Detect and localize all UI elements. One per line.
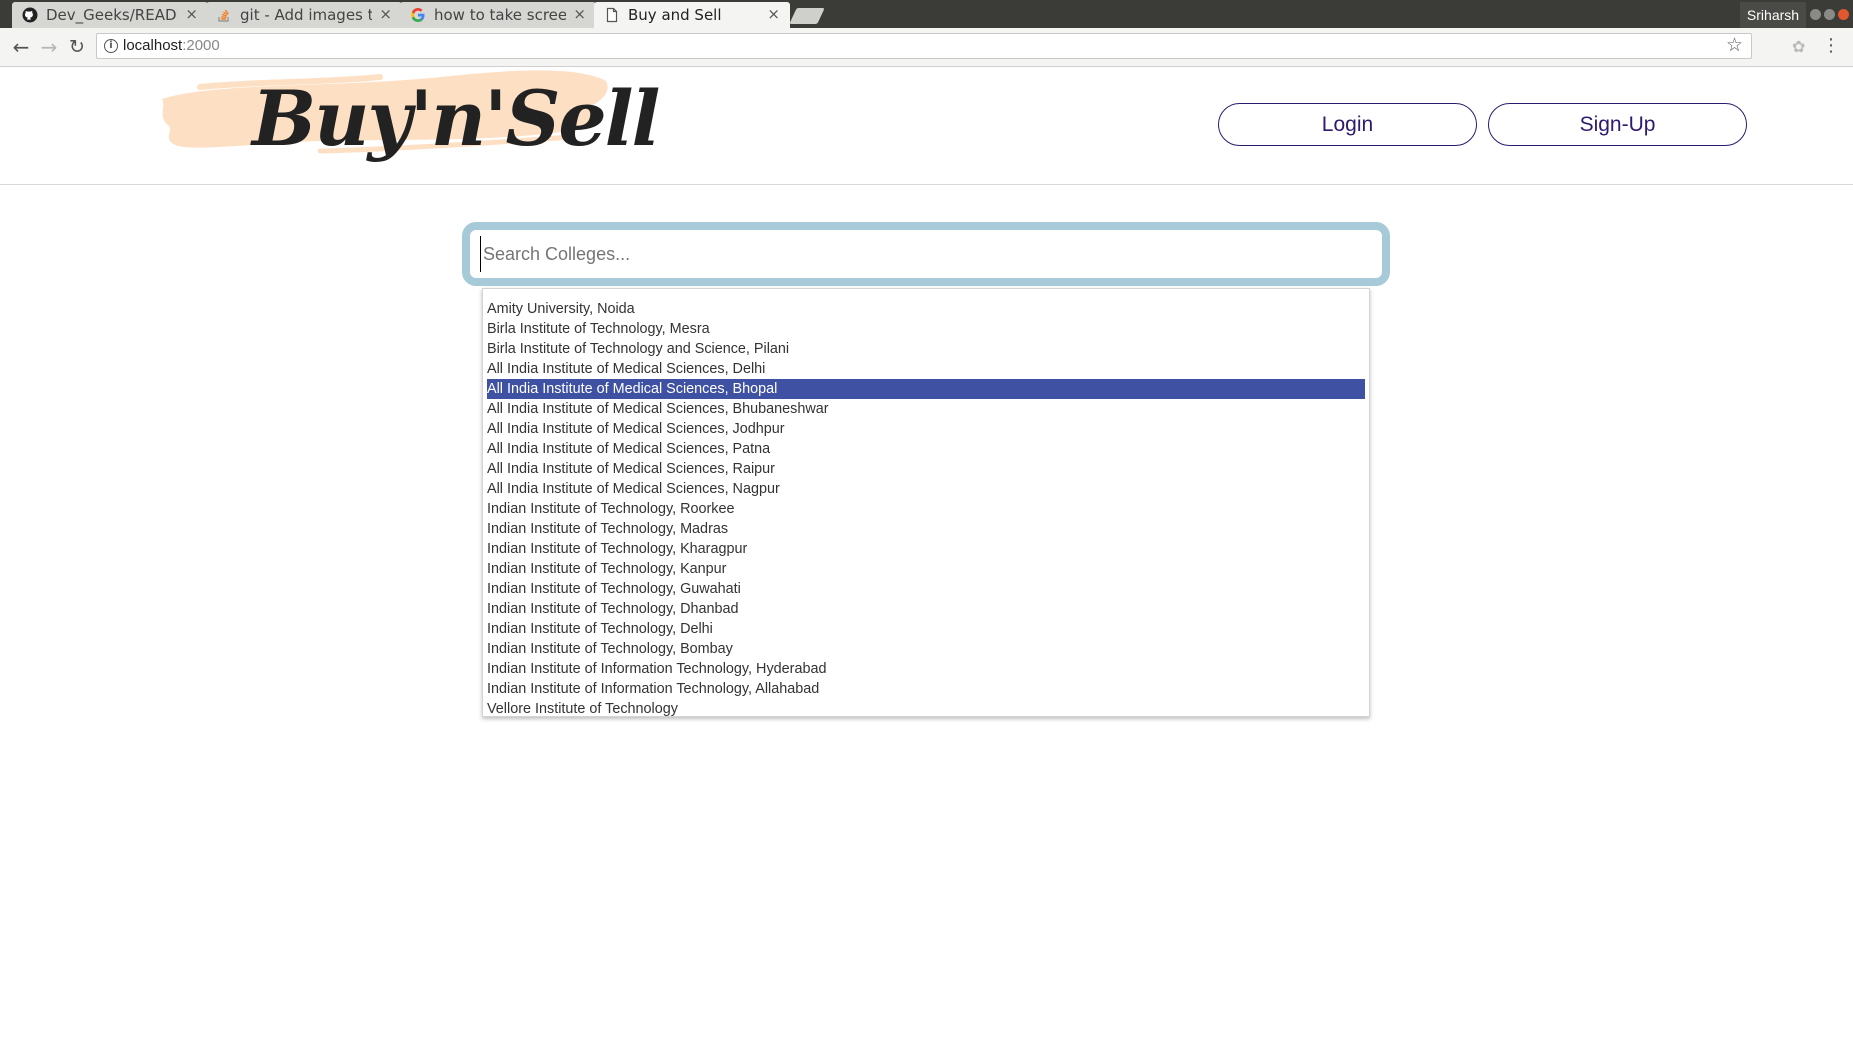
suggestion-item[interactable]: All India Institute of Medical Sciences,…: [487, 459, 1365, 479]
tab-strip: Dev_Geeks/READM × git - Add images to R …: [0, 0, 1853, 28]
logo-text: Buy'n'Sell: [252, 74, 660, 163]
suggestion-item[interactable]: Vellore Institute of Technology: [487, 699, 1365, 719]
suggestion-item[interactable]: All India Institute of Medical Sciences,…: [487, 359, 1365, 379]
reload-icon[interactable]: ↻: [63, 33, 91, 61]
close-window-icon[interactable]: [1838, 9, 1849, 20]
google-icon: [411, 8, 425, 22]
kebab-menu-icon[interactable]: ⋮: [1822, 35, 1840, 56]
minimize-icon[interactable]: [1810, 9, 1821, 20]
tab-dev-geeks[interactable]: Dev_Geeks/READM ×: [12, 2, 208, 28]
browser-toolbar: ← → ↻ i localhost:2000 ☆ ✿ ⋮: [0, 28, 1853, 67]
suggestion-item[interactable]: Indian Institute of Technology, Delhi: [487, 619, 1365, 639]
suggestion-item[interactable]: Indian Institute of Technology, Roorkee: [487, 499, 1365, 519]
suggestion-item[interactable]: Amity University, Noida: [487, 299, 1365, 319]
tab-git-add-images[interactable]: git - Add images to R ×: [206, 2, 402, 28]
suggestion-item[interactable]: Indian Institute of Technology, Bombay: [487, 639, 1365, 659]
tab-title: Buy and Sell: [628, 6, 722, 24]
address-bar[interactable]: i localhost:2000 ☆: [96, 33, 1752, 59]
suggestion-item[interactable]: Indian Institute of Technology, Madras: [487, 519, 1365, 539]
suggestion-item[interactable]: Indian Institute of Technology, Kharagpu…: [487, 539, 1365, 559]
maximize-icon[interactable]: [1824, 9, 1835, 20]
site-header: Buy'n'Sell Login Sign-Up: [0, 67, 1853, 185]
close-tab-icon[interactable]: ×: [379, 5, 392, 23]
new-tab-button[interactable]: [789, 8, 825, 24]
tab-google-search[interactable]: how to take screens ×: [400, 2, 596, 28]
forward-arrow-icon[interactable]: →: [35, 33, 63, 61]
suggestion-item[interactable]: All India Institute of Medical Sciences,…: [487, 479, 1365, 499]
github-icon: [22, 7, 38, 23]
url-text: localhost:2000: [123, 37, 220, 54]
suggestion-item[interactable]: Birla Institute of Technology and Scienc…: [487, 339, 1365, 359]
suggestion-item[interactable]: All India Institute of Medical Sciences,…: [487, 439, 1365, 459]
info-icon[interactable]: i: [104, 39, 118, 53]
signup-button[interactable]: Sign-Up: [1488, 103, 1747, 146]
suggestion-item[interactable]: Indian Institute of Technology, Kanpur: [487, 559, 1365, 579]
stackoverflow-icon: [218, 9, 229, 22]
tab-title: how to take screens: [434, 6, 566, 24]
bookmark-star-icon[interactable]: ☆: [1726, 34, 1743, 56]
tab-title: git - Add images to R: [240, 6, 372, 24]
suggestion-item[interactable]: Indian Institute of Technology, Dhanbad: [487, 599, 1365, 619]
url-host: localhost: [123, 37, 183, 54]
search-colleges-input[interactable]: [480, 236, 1373, 272]
login-button[interactable]: Login: [1218, 103, 1477, 146]
tab-title: Dev_Geeks/READM: [46, 6, 178, 24]
suggestion-item[interactable]: Indian Institute of Technology, Guwahati: [487, 579, 1365, 599]
suggestion-item[interactable]: Indian Institute of Information Technolo…: [487, 679, 1365, 699]
back-arrow-icon[interactable]: ←: [7, 33, 35, 61]
extension-icon[interactable]: ✿: [1792, 37, 1805, 56]
suggestion-item[interactable]: All India Institute of Medical Sciences,…: [487, 419, 1365, 439]
close-tab-icon[interactable]: ×: [767, 5, 780, 23]
search-box: [462, 222, 1390, 286]
page-icon: [606, 7, 618, 23]
suggestion-item[interactable]: All India Institute of Medical Sciences,…: [487, 399, 1365, 419]
url-port: :2000: [182, 37, 220, 54]
tab-buy-and-sell[interactable]: Buy and Sell ×: [594, 2, 790, 28]
suggestion-item[interactable]: Indian Institute of Information Technolo…: [487, 659, 1365, 679]
suggestion-item[interactable]: Birla Institute of Technology, Mesra: [487, 319, 1365, 339]
profile-name[interactable]: Sriharsh: [1740, 2, 1806, 28]
suggestion-item[interactable]: All India Institute of Medical Sciences,…: [487, 379, 1365, 399]
college-suggestions-list: Amity University, Noida Birla Institute o…: [482, 288, 1370, 717]
close-tab-icon[interactable]: ×: [573, 5, 586, 23]
site-logo[interactable]: Buy'n'Sell: [160, 67, 660, 179]
page-content: Buy'n'Sell Login Sign-Up Amity Universit…: [0, 67, 1853, 1053]
close-tab-icon[interactable]: ×: [185, 5, 198, 23]
